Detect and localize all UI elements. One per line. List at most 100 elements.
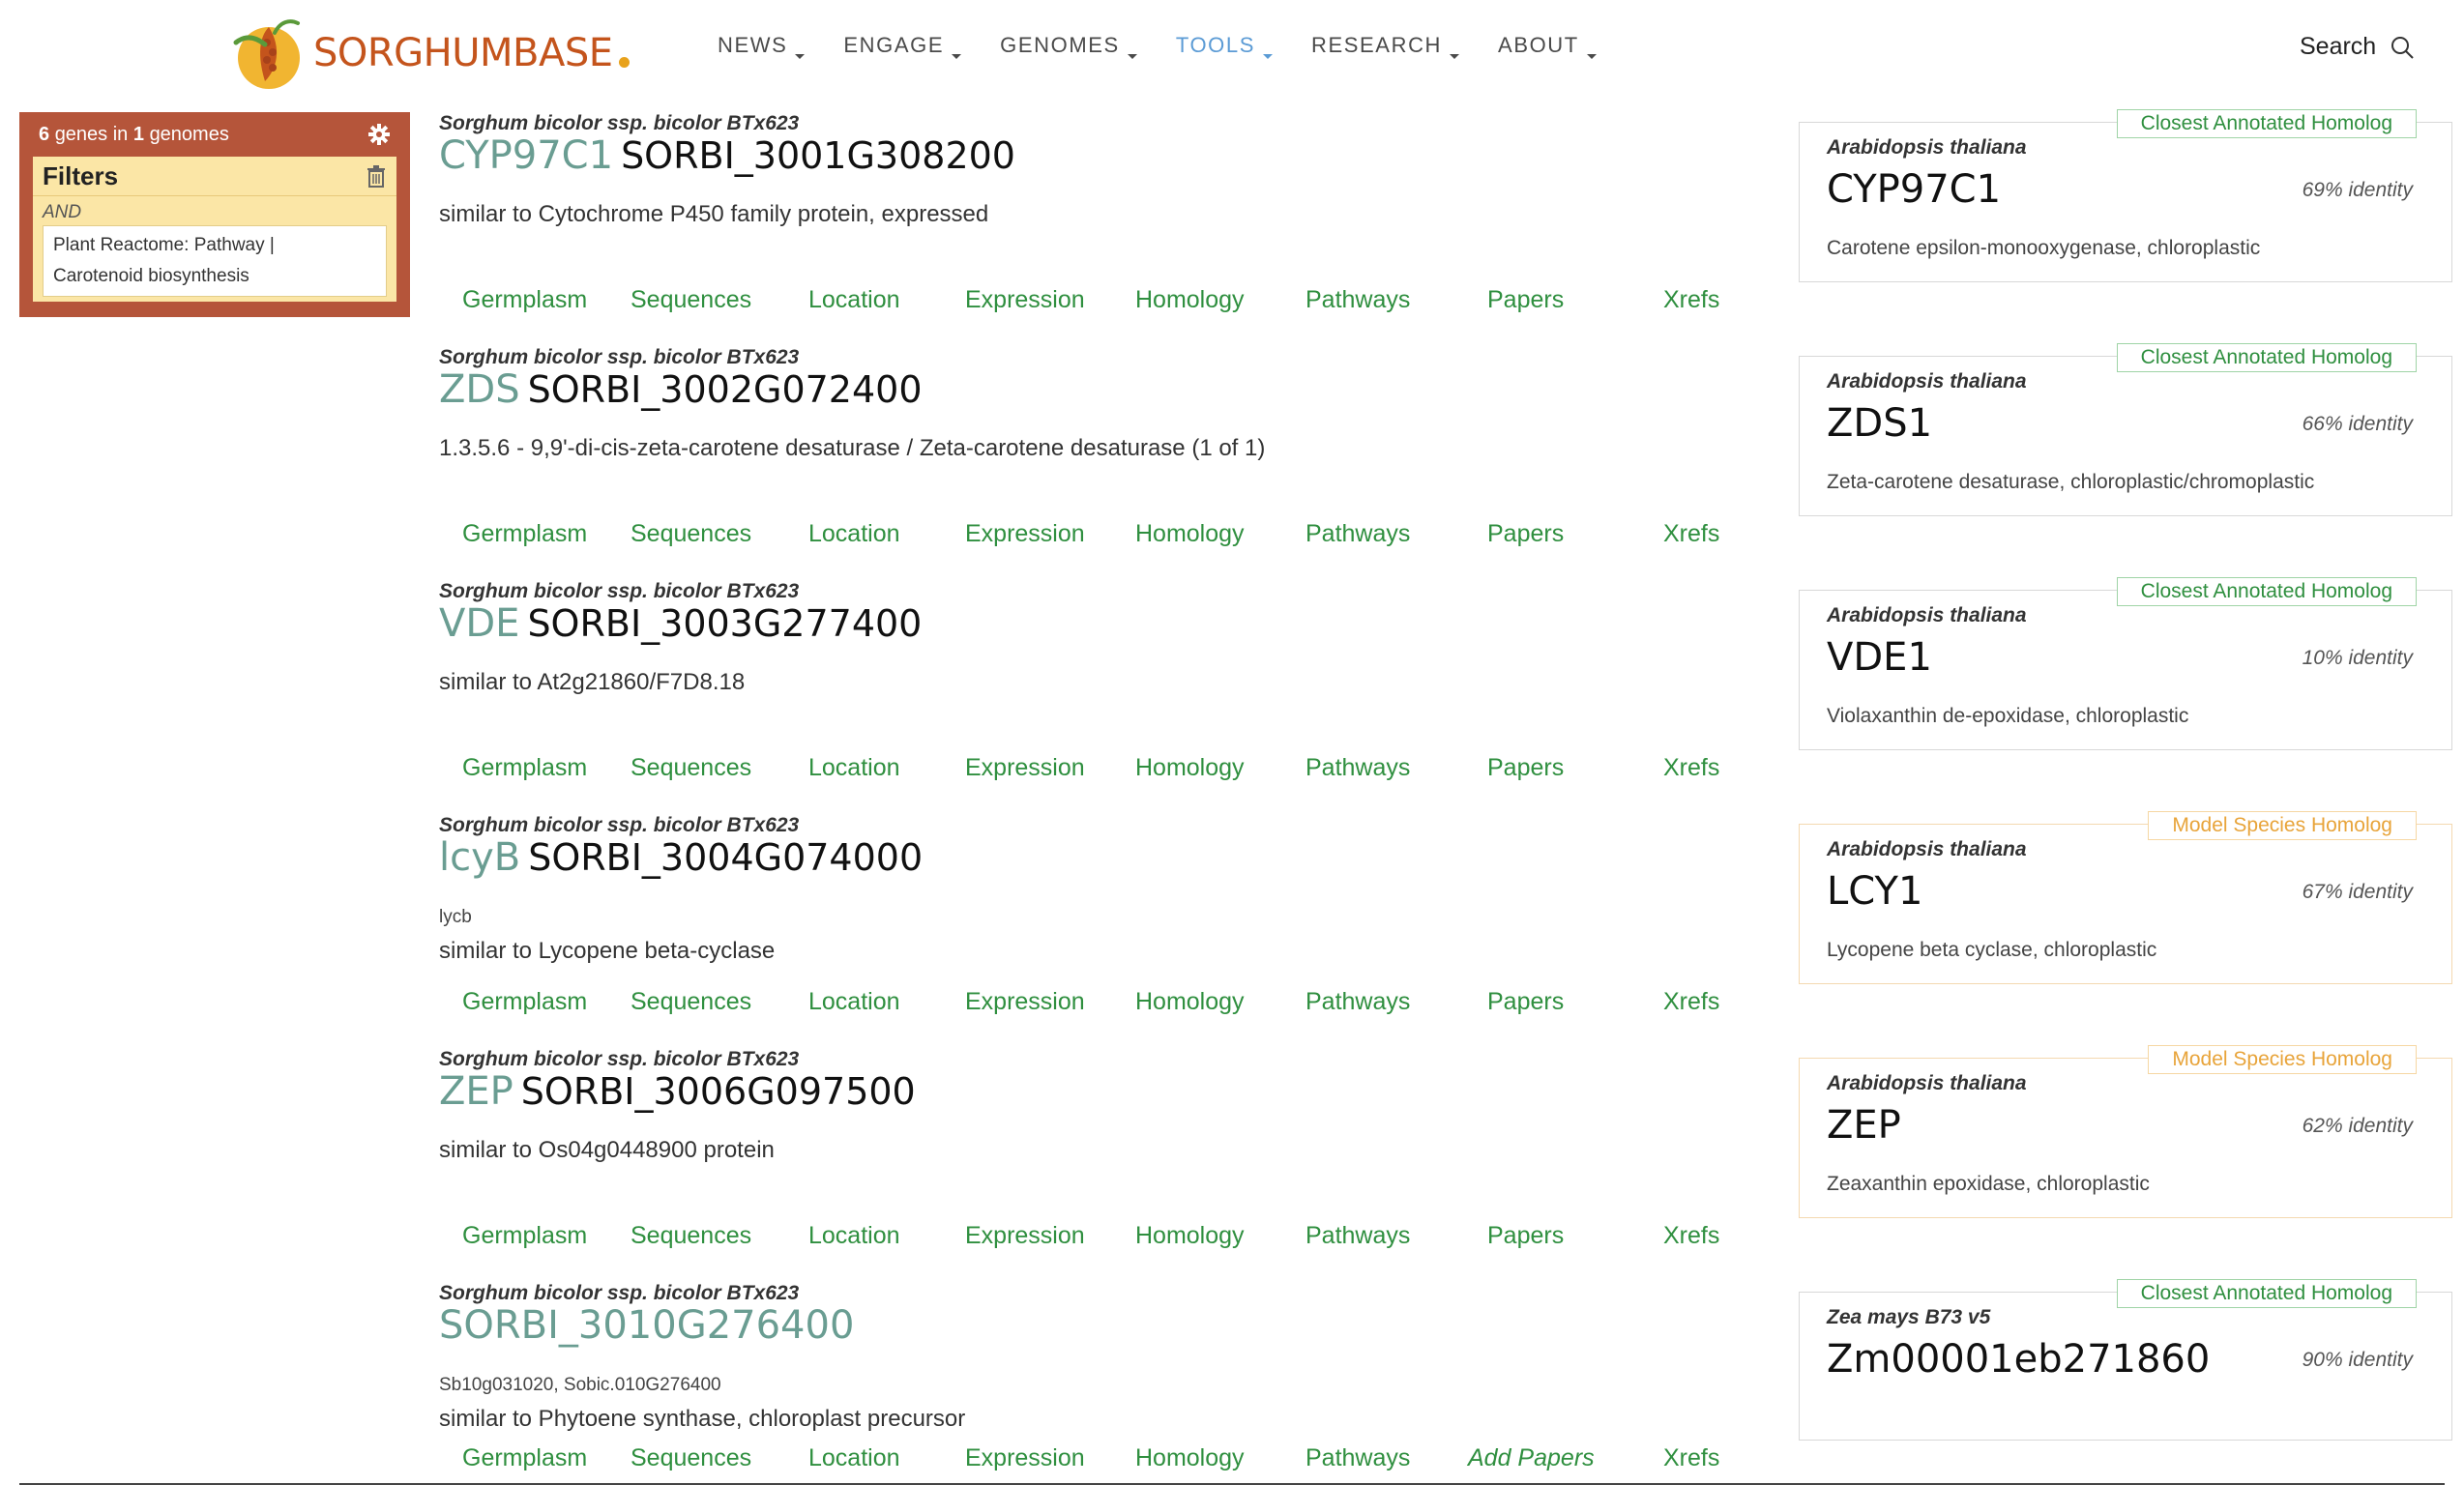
gene-name-link[interactable]: VDE: [439, 601, 519, 646]
gene-species: Sorghum bicolor ssp. bicolor BTx623: [439, 1048, 800, 1070]
gene-species: Sorghum bicolor ssp. bicolor BTx623: [439, 580, 800, 602]
homolog-card[interactable]: Closest Annotated Homolog Arabidopsis th…: [1799, 343, 2452, 516]
tab-pathways[interactable]: Pathways: [1305, 520, 1410, 548]
tab-homology[interactable]: Homology: [1135, 1222, 1245, 1250]
tab-homology[interactable]: Homology: [1135, 1444, 1245, 1472]
tab-homology[interactable]: Homology: [1135, 754, 1245, 782]
gene-name-link[interactable]: CYP97C1: [439, 133, 613, 178]
tab-location[interactable]: Location: [808, 988, 900, 1016]
homolog-card[interactable]: Model Species Homolog Arabidopsis thalia…: [1799, 811, 2452, 984]
tab-homology[interactable]: Homology: [1135, 286, 1245, 314]
tab-germplasm[interactable]: Germplasm: [462, 1444, 587, 1472]
tab-homology[interactable]: Homology: [1135, 520, 1245, 548]
tab-add-papers[interactable]: Add Papers: [1468, 1444, 1595, 1472]
tab-germplasm[interactable]: Germplasm: [462, 988, 587, 1016]
homolog-name: LCY1: [1827, 869, 1923, 914]
nav-engage[interactable]: ENGAGE: [843, 33, 962, 59]
tab-papers[interactable]: Papers: [1487, 988, 1564, 1016]
homolog-name: Zm00001eb271860: [1827, 1337, 2211, 1382]
homolog-description: Lycopene beta cyclase, chloroplastic: [1827, 939, 2157, 961]
tab-sequences[interactable]: Sequences: [631, 1222, 751, 1250]
search-button[interactable]: Search: [2300, 33, 2415, 61]
filter-term[interactable]: Plant Reactome: Pathway | Carotenoid bio…: [43, 225, 387, 297]
tab-pathways[interactable]: Pathways: [1305, 286, 1410, 314]
gene-title: SORBI_3010G276400: [439, 1303, 854, 1348]
homolog-identity: 67% identity: [2302, 881, 2413, 903]
tab-sequences[interactable]: Sequences: [631, 1444, 751, 1472]
tab-papers[interactable]: Papers: [1487, 520, 1564, 548]
tab-expression[interactable]: Expression: [965, 520, 1085, 548]
gene-description: 1.3.5.6 - 9,9'-di-cis-zeta-carotene desa…: [439, 435, 1266, 461]
tab-pathways[interactable]: Pathways: [1305, 1444, 1410, 1472]
tab-location[interactable]: Location: [808, 1444, 900, 1472]
homolog-card[interactable]: Closest Annotated Homolog Arabidopsis th…: [1799, 109, 2452, 282]
tab-xrefs[interactable]: Xrefs: [1663, 1222, 1719, 1250]
site-logo[interactable]: SORGHUMBASE: [230, 10, 630, 97]
tab-xrefs[interactable]: Xrefs: [1663, 754, 1719, 782]
homolog-name: CYP97C1: [1827, 167, 2002, 212]
caret-down-icon: [1586, 54, 1597, 59]
gene-species: Sorghum bicolor ssp. bicolor BTx623: [439, 1282, 800, 1304]
nav-about[interactable]: ABOUT: [1498, 33, 1597, 59]
gene-synonyms: Sb10g031020, Sobic.010G276400: [439, 1375, 721, 1395]
homolog-card[interactable]: Closest Annotated Homolog Zea mays B73 v…: [1799, 1279, 2452, 1441]
caret-down-icon: [1127, 54, 1137, 59]
tab-xrefs[interactable]: Xrefs: [1663, 520, 1719, 548]
tab-xrefs[interactable]: Xrefs: [1663, 988, 1719, 1016]
tab-germplasm[interactable]: Germplasm: [462, 520, 587, 548]
tab-expression[interactable]: Expression: [965, 754, 1085, 782]
tab-pathways[interactable]: Pathways: [1305, 1222, 1410, 1250]
tab-expression[interactable]: Expression: [965, 1444, 1085, 1472]
tab-sequences[interactable]: Sequences: [631, 988, 751, 1016]
nav-genomes[interactable]: GENOMES: [1000, 33, 1137, 59]
tab-sequences[interactable]: Sequences: [631, 520, 751, 548]
tab-germplasm[interactable]: Germplasm: [462, 1222, 587, 1250]
tab-expression[interactable]: Expression: [965, 988, 1085, 1016]
tab-papers[interactable]: Papers: [1487, 1222, 1564, 1250]
tab-papers[interactable]: Papers: [1487, 286, 1564, 314]
tab-germplasm[interactable]: Germplasm: [462, 754, 587, 782]
nav-research[interactable]: RESEARCH: [1311, 33, 1460, 59]
tab-location[interactable]: Location: [808, 520, 900, 548]
search-icon: [2391, 36, 2414, 59]
gene-name-link[interactable]: SORBI_3010G276400: [439, 1303, 854, 1348]
homolog-name: VDE1: [1827, 635, 1932, 680]
homolog-card[interactable]: Closest Annotated Homolog Arabidopsis th…: [1799, 577, 2452, 750]
nav-engage-label: ENGAGE: [843, 33, 945, 57]
tab-homology[interactable]: Homology: [1135, 988, 1245, 1016]
tab-papers[interactable]: Papers: [1487, 754, 1564, 782]
gene-description: similar to Lycopene beta-cyclase: [439, 938, 776, 964]
gene-count-label: genes in: [54, 123, 129, 145]
tab-sequences[interactable]: Sequences: [631, 286, 751, 314]
tab-location[interactable]: Location: [808, 754, 900, 782]
nav-tools[interactable]: TOOLS: [1176, 33, 1273, 59]
tab-xrefs[interactable]: Xrefs: [1663, 1444, 1719, 1472]
tab-germplasm[interactable]: Germplasm: [462, 286, 587, 314]
tab-expression[interactable]: Expression: [965, 286, 1085, 314]
homolog-type-badge: Closest Annotated Homolog: [2116, 1279, 2417, 1308]
gene-result: Sorghum bicolor ssp. bicolor BTx623 SORB…: [439, 1282, 1735, 1475]
homolog-name: ZEP: [1827, 1103, 1901, 1148]
tab-pathways[interactable]: Pathways: [1305, 754, 1410, 782]
gene-description: similar to Cytochrome P450 family protei…: [439, 201, 989, 227]
gene-title: ZDS SORBI_3002G072400: [439, 367, 923, 412]
homolog-card[interactable]: Model Species Homolog Arabidopsis thalia…: [1799, 1045, 2452, 1218]
tab-location[interactable]: Location: [808, 286, 900, 314]
gear-icon[interactable]: [367, 123, 391, 146]
tab-location[interactable]: Location: [808, 1222, 900, 1250]
homolog-identity: 90% identity: [2302, 1349, 2413, 1371]
gene-name-link[interactable]: ZDS: [439, 367, 520, 412]
tab-xrefs[interactable]: Xrefs: [1663, 286, 1719, 314]
tab-pathways[interactable]: Pathways: [1305, 988, 1410, 1016]
tab-expression[interactable]: Expression: [965, 1222, 1085, 1250]
tab-sequences[interactable]: Sequences: [631, 754, 751, 782]
gene-title: ZEP SORBI_3006G097500: [439, 1069, 916, 1114]
filter-operator: AND: [43, 202, 82, 222]
gene-name-link[interactable]: ZEP: [439, 1069, 513, 1114]
gene-name-link[interactable]: lcyB: [439, 835, 520, 880]
gene-title: VDE SORBI_3003G277400: [439, 601, 922, 646]
trash-icon[interactable]: [366, 164, 387, 188]
nav-news[interactable]: NEWS: [718, 33, 806, 59]
gene-result: Sorghum bicolor ssp. bicolor BTx623 CYP9…: [439, 112, 1735, 325]
homolog-name: ZDS1: [1827, 401, 1933, 446]
